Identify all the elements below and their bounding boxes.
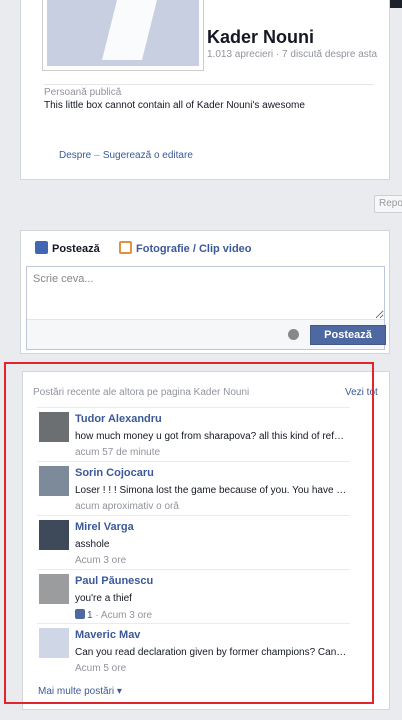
post-meta: 1 · Acum 3 ore (75, 609, 152, 621)
post-time[interactable]: acum aproximativ o oră (75, 501, 179, 512)
suggest-edit-link[interactable]: Sugerează o editare (103, 150, 193, 161)
post-author[interactable]: Sorin Cojocaru (75, 467, 154, 479)
like-count[interactable]: 1 (87, 610, 93, 621)
list-item: Sorin Cojocaru Loser ! ! ! Simona lost t… (37, 461, 350, 515)
post-time[interactable]: acum 57 de minute (75, 447, 160, 458)
post-text: asshole (75, 539, 110, 550)
post-text: you're a thief (75, 593, 132, 604)
post-text: Loser ! ! ! Simona lost the game because… (75, 485, 347, 496)
list-item: Mirel Varga asshole Acum 3 ore (37, 515, 350, 569)
tab-status-label: Postează (52, 243, 100, 255)
post-author[interactable]: Paul Păunescu (75, 575, 153, 587)
about-link[interactable]: Despre (59, 150, 91, 161)
post-time[interactable]: Acum 3 ore (75, 555, 126, 566)
pencil-icon (35, 241, 48, 254)
page-stats: 1.013 aprecieri · 7 discută despre asta (207, 49, 378, 60)
composer-input[interactable] (27, 267, 384, 319)
composer-box: Postează (26, 266, 386, 350)
avatar[interactable] (39, 574, 69, 604)
about-links: Despre – Sugerează o editare (59, 150, 193, 161)
tab-status[interactable]: Postează (35, 241, 100, 255)
list-item: Paul Păunescu you're a thief 1 · Acum 3 … (37, 569, 350, 623)
tab-photo-video[interactable]: Fotografie / Clip video (119, 241, 252, 255)
page-title[interactable]: Kader Nouni (207, 27, 314, 48)
tab-photo-label: Fotografie / Clip video (136, 243, 252, 255)
page-info: Persoană publică This little box cannot … (44, 84, 374, 111)
post-time[interactable]: · Acum 3 ore (95, 610, 152, 621)
more-posts-link[interactable]: Mai multe postări ▾ (38, 686, 122, 697)
post-time[interactable]: Acum 5 ore (75, 663, 126, 674)
avatar[interactable] (39, 412, 69, 442)
composer-tabs: Postează Fotografie / Clip video (21, 231, 389, 265)
post-text: how much money u got from sharapova? all… (75, 431, 347, 442)
profile-header-card: Kader Nouni 1.013 aprecieri · 7 discută … (20, 0, 390, 180)
avatar[interactable] (39, 466, 69, 496)
separator: – (94, 150, 100, 161)
recent-posts-header: Postări recente ale altora pe pagina Kad… (33, 387, 250, 398)
avatar[interactable] (39, 520, 69, 550)
composer-footer: Postează (27, 319, 386, 349)
report-button[interactable]: Repo (374, 195, 402, 213)
post-composer: Postează Fotografie / Clip video Posteaz… (20, 230, 390, 354)
page-category: Persoană publică (44, 87, 122, 98)
post-author[interactable]: Mirel Varga (75, 521, 134, 533)
post-button[interactable]: Postează (310, 325, 386, 345)
post-author[interactable]: Maveric Mav (75, 629, 140, 641)
see-all-link[interactable]: Vezi tot (345, 387, 378, 398)
profile-picture[interactable] (43, 0, 203, 70)
globe-icon[interactable] (288, 329, 299, 340)
list-item: Tudor Alexandru how much money u got fro… (37, 407, 350, 461)
like-icon[interactable] (75, 609, 85, 619)
recent-posts-box: Postări recente ale altora pe pagina Kad… (22, 371, 390, 710)
list-item: Maveric Mav Can you read declaration giv… (37, 623, 350, 677)
post-author[interactable]: Tudor Alexandru (75, 413, 162, 425)
post-text: Can you read declaration given by former… (75, 647, 347, 658)
photo-icon (119, 241, 132, 254)
avatar[interactable] (39, 628, 69, 658)
page-about-text: This little box cannot contain all of Ka… (44, 100, 305, 111)
